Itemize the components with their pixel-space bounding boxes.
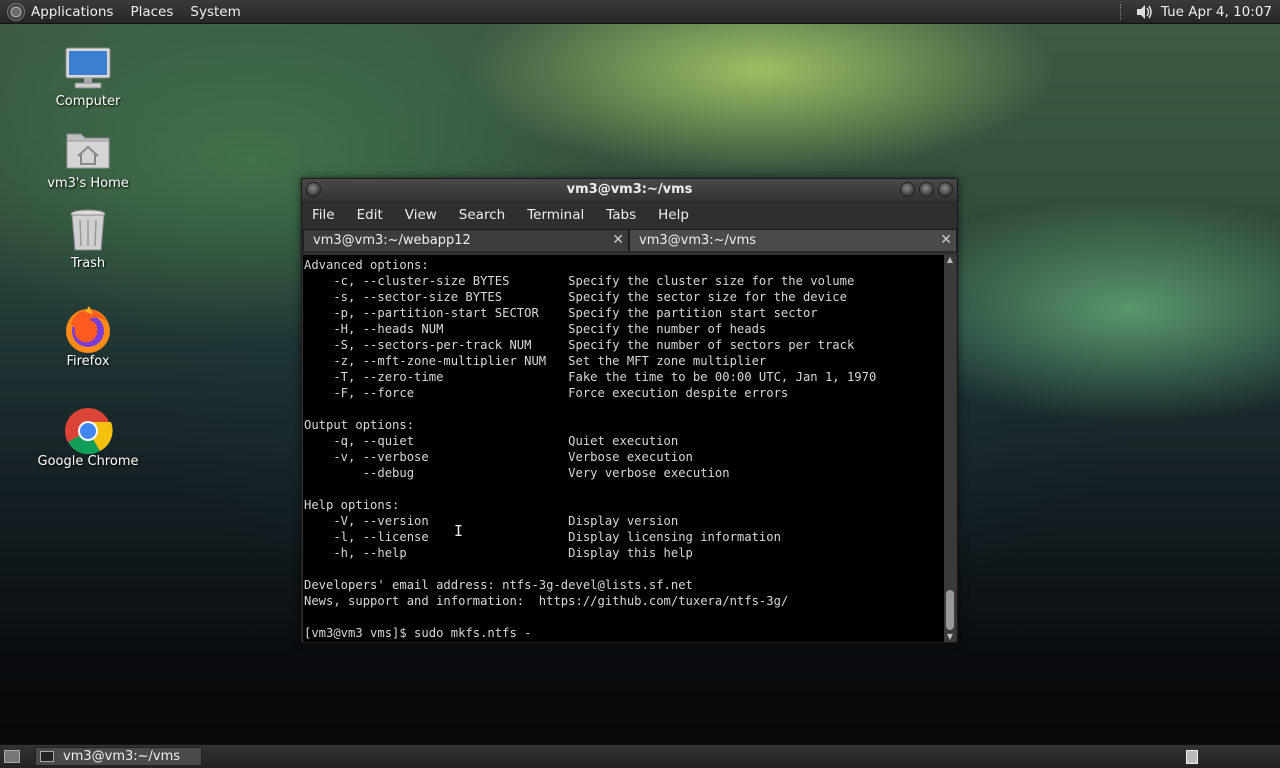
scroll-down-icon[interactable]: ▼ <box>945 632 955 642</box>
window-title: vm3@vm3:~/vms <box>566 182 693 197</box>
firefox-icon <box>63 306 113 353</box>
menu-help[interactable]: Help <box>658 207 689 223</box>
close-button[interactable] <box>938 182 953 197</box>
desktop-icon-label: Google Chrome <box>37 454 139 469</box>
maximize-button[interactable] <box>919 182 934 197</box>
distro-logo-icon[interactable] <box>7 2 25 21</box>
chrome-icon <box>63 406 113 455</box>
system-menu[interactable]: System <box>190 4 240 20</box>
minimize-button[interactable] <box>900 182 915 197</box>
tab-webapp12[interactable]: vm3@vm3:~/webapp12 ✕ <box>303 229 629 251</box>
tab-label: vm3@vm3:~/vms <box>639 233 757 248</box>
taskbar-item-label: vm3@vm3:~/vms <box>63 749 181 764</box>
scrollbar-thumb[interactable] <box>946 590 954 630</box>
terminal-window[interactable]: vm3@vm3:~/vms File Edit View Search Term… <box>301 178 958 643</box>
desktop-icon-computer[interactable]: Computer <box>33 46 143 109</box>
desktop-icon-label: Computer <box>55 94 121 109</box>
volume-icon[interactable] <box>1135 4 1153 20</box>
show-desktop-icon[interactable] <box>4 750 20 763</box>
desktop-icon-trash[interactable]: Trash <box>33 208 143 271</box>
menu-view[interactable]: View <box>405 207 437 223</box>
desktop-icon-chrome[interactable]: Google Chrome <box>33 406 143 469</box>
desktop-icon-label: vm3's Home <box>47 176 129 191</box>
clock[interactable]: Tue Apr 4, 10:07 <box>1161 4 1272 20</box>
desktop-icon-firefox[interactable]: Firefox <box>33 306 143 369</box>
menubar: File Edit View Search Terminal Tabs Help <box>302 201 957 229</box>
text-cursor-icon: I <box>454 522 464 540</box>
menu-terminal[interactable]: Terminal <box>527 207 584 223</box>
desktop-icon-label: Firefox <box>66 354 110 369</box>
terminal-output: Advanced options: -c, --cluster-size BYT… <box>304 258 877 640</box>
menu-edit[interactable]: Edit <box>357 207 383 223</box>
window-titlebar[interactable]: vm3@vm3:~/vms <box>302 179 957 201</box>
taskbar-item-terminal[interactable]: vm3@vm3:~/vms <box>35 747 202 766</box>
panel-tray: Tue Apr 4, 10:07 <box>1119 0 1272 24</box>
tab-label: vm3@vm3:~/webapp12 <box>313 233 471 248</box>
menu-file[interactable]: File <box>312 207 335 223</box>
terminal-scrollbar[interactable]: ▲ ▼ <box>944 255 956 642</box>
places-menu[interactable]: Places <box>130 4 173 20</box>
desktop-icon-label: Trash <box>70 256 106 271</box>
workspace-switcher[interactable] <box>1186 750 1198 764</box>
scroll-up-icon[interactable]: ▲ <box>945 255 955 265</box>
terminal-area[interactable]: Advanced options: -c, --cluster-size BYT… <box>303 255 944 642</box>
bottom-panel: vm3@vm3:~/vms <box>0 744 1280 768</box>
terminal-icon <box>40 751 54 762</box>
tab-vms[interactable]: vm3@vm3:~/vms ✕ <box>629 229 957 251</box>
applications-menu[interactable]: Applications <box>31 4 113 20</box>
menu-search[interactable]: Search <box>459 207 505 223</box>
tab-close-icon[interactable]: ✕ <box>940 230 952 251</box>
trash-icon <box>63 208 113 254</box>
home-folder-icon <box>63 128 113 174</box>
computer-icon <box>63 46 113 92</box>
tab-bar: vm3@vm3:~/webapp12 ✕ vm3@vm3:~/vms ✕ <box>302 229 957 253</box>
top-panel: Applications Places System Tue Apr 4, 10… <box>0 0 1280 24</box>
panel-separator <box>1119 4 1123 20</box>
tab-close-icon[interactable]: ✕ <box>612 230 624 251</box>
desktop-icon-home[interactable]: vm3's Home <box>33 128 143 191</box>
menu-tabs[interactable]: Tabs <box>606 207 636 223</box>
